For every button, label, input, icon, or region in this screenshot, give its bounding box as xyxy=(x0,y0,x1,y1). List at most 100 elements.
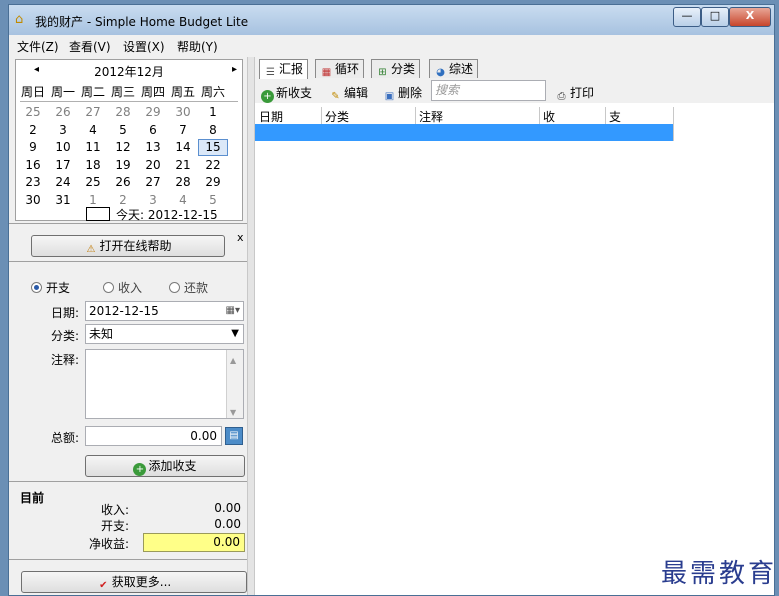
weekday-header: 周五 xyxy=(170,85,195,99)
radio-expense-label: 开支 xyxy=(46,281,71,295)
close-help-button[interactable]: x xyxy=(237,231,244,244)
date-field[interactable]: 2012-12-15 ▦▾ xyxy=(85,301,244,321)
calendar-day-selected[interactable]: 15 xyxy=(198,139,228,157)
calendar-day[interactable]: 20 xyxy=(138,157,168,174)
edit-button[interactable]: ✎ 编辑 xyxy=(329,84,368,103)
calendar-day[interactable]: 29 xyxy=(138,104,168,121)
calendar-day[interactable]: 27 xyxy=(138,174,168,191)
calendar-day[interactable]: 26 xyxy=(48,104,78,121)
new-entry-button[interactable]: + 新收支 xyxy=(261,84,312,103)
calendar-day[interactable]: 1 xyxy=(198,104,228,121)
tab-recurring[interactable]: ▦ 循环 xyxy=(315,59,365,78)
tab-overview[interactable]: ◕ 综述 xyxy=(429,59,479,78)
calendar-today[interactable]: 今天: 2012-12-15 xyxy=(116,206,218,223)
weekday-header: 周四 xyxy=(140,85,165,99)
watermark: 最需教育 xyxy=(661,559,775,589)
calendar-day[interactable]: 4 xyxy=(78,122,108,139)
calendar-day[interactable]: 2 xyxy=(18,122,48,139)
calendar-day[interactable]: 14 xyxy=(168,139,198,156)
menu-file[interactable]: 文件(Z) xyxy=(17,38,59,55)
radio-income[interactable]: 收入 xyxy=(103,279,142,296)
calendar-day[interactable]: 29 xyxy=(198,174,228,191)
radio-repayment[interactable]: 还款 xyxy=(169,279,208,296)
calendar-dropdown-icon[interactable]: ▦▾ xyxy=(226,302,240,320)
menu-help[interactable]: 帮助(Y) xyxy=(177,38,218,55)
tab-report-label: 汇报 xyxy=(279,62,304,76)
today-marker xyxy=(86,207,110,221)
column-header[interactable]: 分类 xyxy=(325,108,349,125)
category-label: 分类: xyxy=(51,329,80,343)
scroll-up-icon[interactable]: ▲ xyxy=(230,352,236,370)
tab-categories[interactable]: ⊞ 分类 xyxy=(371,59,421,78)
print-button[interactable]: ⎙ 打印 xyxy=(555,84,595,103)
edit-icon: ✎ xyxy=(331,91,340,102)
close-button[interactable]: X xyxy=(729,7,771,27)
radio-dot xyxy=(103,282,114,293)
calendar-day[interactable]: 7 xyxy=(168,122,198,139)
calendar-day[interactable]: 6 xyxy=(138,122,168,139)
calendar-day[interactable]: 25 xyxy=(78,174,108,191)
calendar-day[interactable]: 27 xyxy=(78,104,108,121)
maximize-button[interactable]: □ xyxy=(701,7,729,27)
calendar-day[interactable]: 31 xyxy=(48,192,78,209)
add-entry-button[interactable]: + 添加收支 xyxy=(85,455,245,477)
calendar-day[interactable]: 28 xyxy=(168,174,198,191)
tab-recurring-label: 循环 xyxy=(335,62,360,76)
column-header[interactable]: 日期 xyxy=(259,108,283,125)
calendar-day[interactable]: 28 xyxy=(108,104,138,121)
calendar-day[interactable]: 9 xyxy=(18,139,48,156)
printer-icon: ⎙ xyxy=(557,91,566,102)
delete-label: 删除 xyxy=(398,86,423,100)
edit-label: 编辑 xyxy=(344,86,369,100)
calendar-day[interactable]: 24 xyxy=(48,174,78,191)
tab-report[interactable]: ☰ 汇报 xyxy=(259,59,309,79)
plus-icon: + xyxy=(133,463,147,476)
calendar-day[interactable]: 8 xyxy=(198,122,228,139)
minimize-button[interactable]: — xyxy=(673,7,701,27)
column-header[interactable]: 收 xyxy=(543,108,555,125)
calendar-day[interactable]: 30 xyxy=(18,192,48,209)
calendar-day[interactable]: 16 xyxy=(18,157,48,174)
right-panel: ☰ 汇报 ▦ 循环 ⊞ 分类 ◕ 综述 + 新收支 ✎ 编辑 ▣ 删除 搜索 ⎙ 打印 日期 分… xyxy=(255,57,774,595)
calendar-next-button[interactable]: ▸ xyxy=(232,64,237,75)
calendar-day[interactable]: 13 xyxy=(138,139,168,156)
title-bar[interactable]: ⌂ 我的财产 - Simple Home Budget Lite — □ X xyxy=(9,5,774,35)
category-value: 未知 xyxy=(89,327,114,341)
calculator-icon[interactable]: ▤ xyxy=(225,427,243,445)
online-help-button[interactable]: ⚠ 打开在线帮助 xyxy=(31,235,225,257)
calendar-day[interactable]: 23 xyxy=(18,174,48,191)
panel-splitter[interactable] xyxy=(247,57,255,595)
calendar-day[interactable]: 30 xyxy=(168,104,198,121)
search-input[interactable]: 搜索 xyxy=(431,80,546,101)
note-textarea[interactable]: ▲ ▼ xyxy=(85,349,244,419)
note-scrollbar[interactable]: ▲ ▼ xyxy=(226,350,243,418)
calendar-day[interactable]: 3 xyxy=(48,122,78,139)
get-more-button[interactable]: ✔ 获取更多... xyxy=(21,571,247,593)
column-header[interactable]: 注释 xyxy=(419,108,443,125)
calendar-day[interactable]: 21 xyxy=(168,157,198,174)
calendar-day[interactable]: 5 xyxy=(108,122,138,139)
income-label: 收入: xyxy=(101,503,130,517)
category-select[interactable]: 未知 ▼ xyxy=(85,324,244,344)
calendar-day[interactable]: 22 xyxy=(198,157,228,174)
calendar-day[interactable]: 18 xyxy=(78,157,108,174)
scroll-down-icon[interactable]: ▼ xyxy=(230,404,236,422)
calendar-day[interactable]: 12 xyxy=(108,139,138,156)
total-field[interactable]: 0.00 xyxy=(85,426,222,446)
calendar-day[interactable]: 25 xyxy=(18,104,48,121)
menu-settings[interactable]: 设置(X) xyxy=(123,38,165,55)
tab-categories-label: 分类 xyxy=(391,62,416,76)
calendar-day[interactable]: 11 xyxy=(78,139,108,156)
calendar-day[interactable]: 10 xyxy=(48,139,78,156)
menu-bar: 文件(Z) 查看(V) 设置(X) 帮助(Y) xyxy=(9,35,774,55)
menu-view[interactable]: 查看(V) xyxy=(69,38,111,55)
delete-button[interactable]: ▣ 删除 xyxy=(383,84,422,103)
radio-expense[interactable]: 开支 xyxy=(31,279,70,296)
table-row[interactable] xyxy=(255,124,673,141)
calendar-day[interactable]: 26 xyxy=(108,174,138,191)
help-icon: ⚠ xyxy=(86,244,96,255)
column-header[interactable]: 支 xyxy=(609,108,621,125)
calendar-day[interactable]: 17 xyxy=(48,157,78,174)
calendar-day[interactable]: 19 xyxy=(108,157,138,174)
chevron-down-icon: ▼ xyxy=(231,328,239,339)
